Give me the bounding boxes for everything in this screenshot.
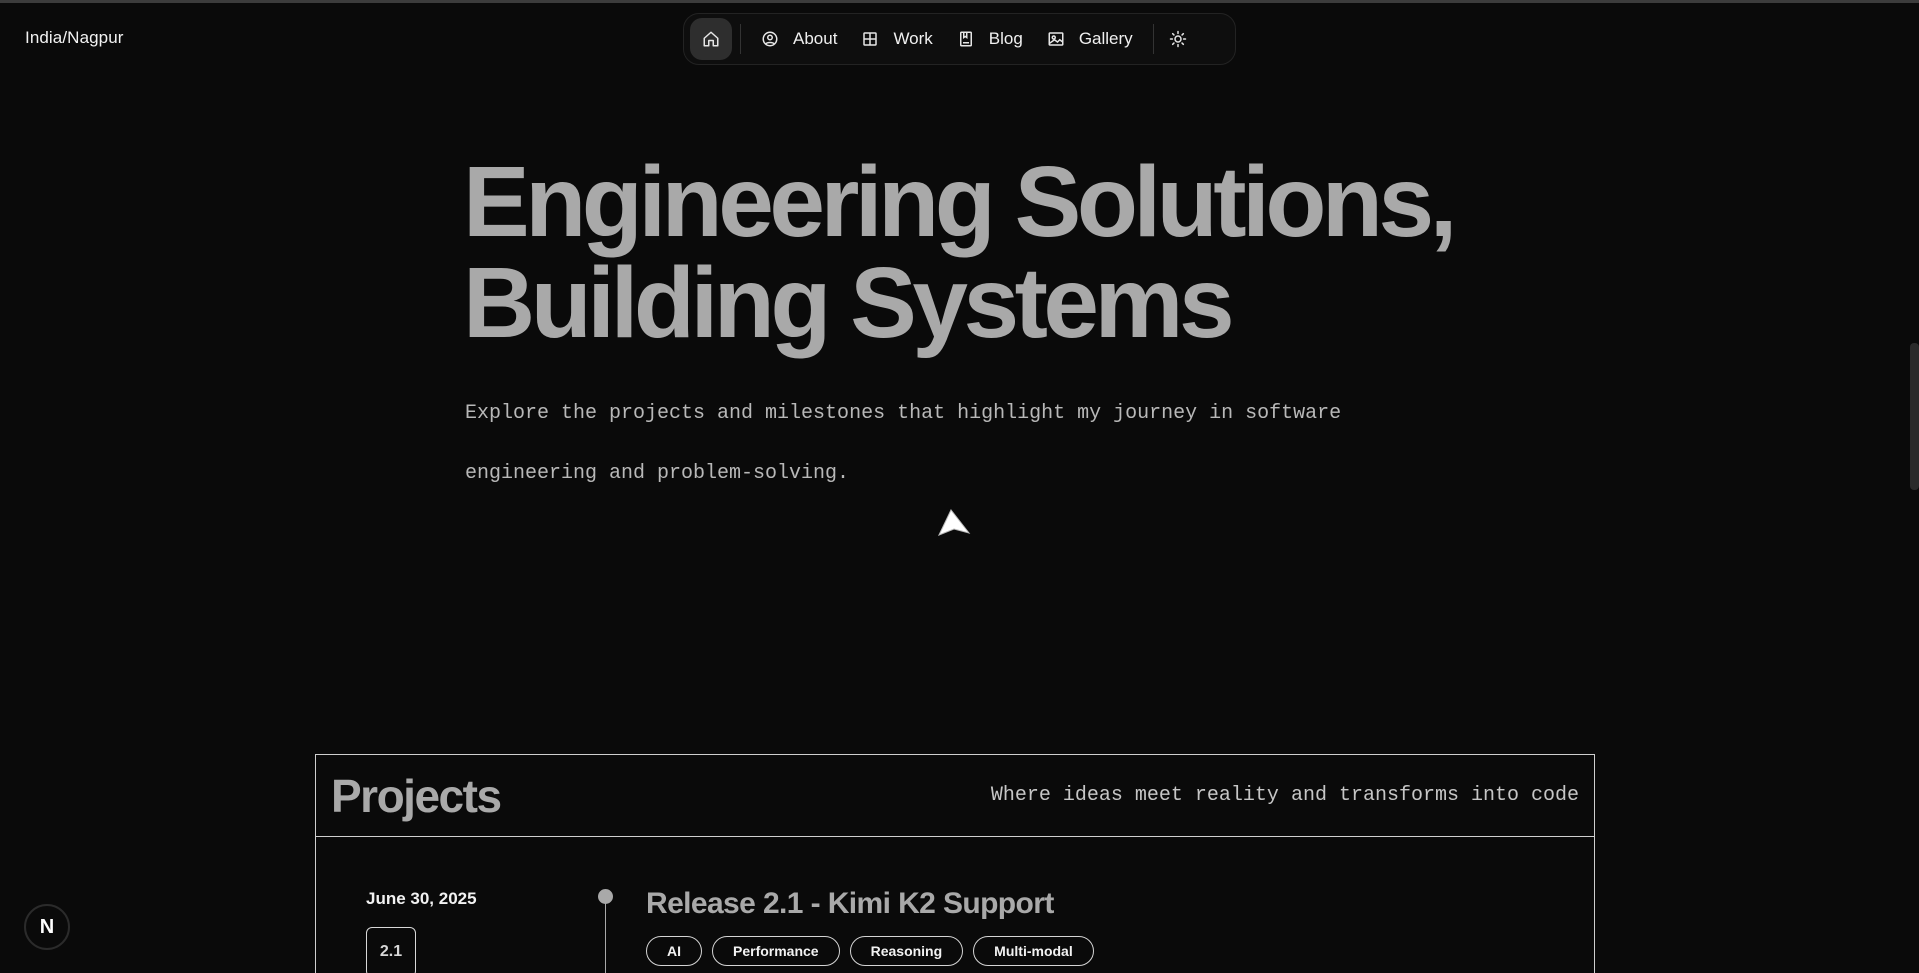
user-circle-icon (762, 31, 778, 47)
tag-chip[interactable]: Performance (712, 936, 840, 966)
nav-item-label: Blog (988, 29, 1023, 48)
hero-title-line: Building Systems (463, 247, 1235, 359)
nav-item-blog[interactable]: Blog (945, 19, 1035, 59)
scrollbar-thumb[interactable] (1910, 343, 1919, 490)
nav-home-button[interactable] (690, 18, 732, 60)
nav-divider (1152, 24, 1154, 54)
nav-item-gallery[interactable]: Gallery (1035, 19, 1145, 59)
nav-item-label: Gallery (1078, 29, 1133, 48)
hero-subtitle: Explore the projects and milestones that… (465, 402, 1342, 485)
tag-chip[interactable]: AI (646, 936, 702, 966)
release-title[interactable]: Release 2.1 - Kimi K2 Support (646, 887, 1054, 921)
theme-toggle-button[interactable] (1162, 19, 1194, 59)
top-rule (0, 0, 1919, 3)
image-icon (1048, 32, 1064, 46)
release-tags: AI Performance Reasoning Multi-modal (646, 936, 1094, 966)
timeline-dot (598, 889, 613, 904)
version-badge: 2.1 (366, 927, 416, 973)
page: India/Nagpur About Work Blog Gallery Eng… (0, 0, 1919, 973)
nav-divider (740, 24, 741, 54)
projects-title: Projects (331, 769, 502, 822)
tag-chip[interactable]: Multi-modal (973, 936, 1094, 966)
nextjs-dev-badge[interactable]: N (24, 904, 70, 950)
hero-title: Engineering Solutions, Building Systems (463, 152, 1563, 354)
projects-header: Projects Where ideas meet reality and tr… (316, 755, 1594, 837)
location-label: India/Nagpur (25, 28, 124, 47)
projects-tagline: Where ideas meet reality and transforms … (990, 784, 1579, 807)
nav-item-work[interactable]: Work (849, 19, 944, 59)
hero-title-line: Engineering Solutions, (463, 146, 1457, 258)
nav-item-about[interactable]: About (749, 19, 849, 59)
book-icon (959, 31, 972, 47)
main-nav: About Work Blog Gallery (683, 13, 1236, 65)
timeline-line (605, 903, 606, 973)
grid-icon (863, 32, 878, 46)
cursor-icon (937, 509, 971, 536)
release-date: June 30, 2025 (366, 889, 477, 908)
nav-item-label: About (793, 29, 838, 48)
tag-chip[interactable]: Reasoning (849, 936, 964, 966)
sun-icon (1169, 30, 1186, 48)
nav-item-label: Work (893, 29, 933, 48)
home-icon (703, 31, 719, 47)
mouse-cursor (937, 508, 971, 543)
